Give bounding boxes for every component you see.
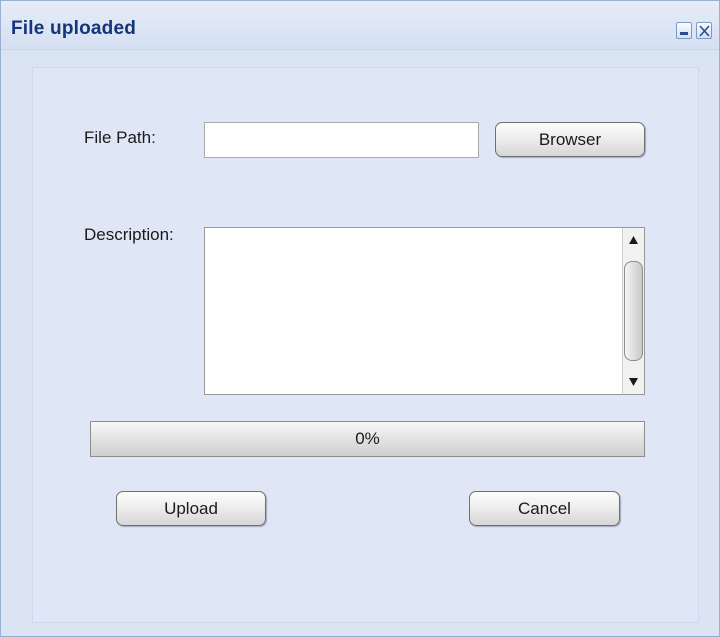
browse-button[interactable]: Browser xyxy=(495,122,645,157)
description-label: Description: xyxy=(84,225,174,244)
file-path-label: File Path: xyxy=(84,128,156,147)
minimize-button[interactable] xyxy=(676,22,692,39)
title-bar[interactable]: File uploaded xyxy=(1,1,719,50)
description-scrollbar[interactable] xyxy=(622,228,644,394)
upload-button[interactable]: Upload xyxy=(116,491,266,526)
cancel-button[interactable]: Cancel xyxy=(469,491,620,526)
description-box xyxy=(204,227,645,395)
upload-dialog: File uploaded File Path: Browser Descrip… xyxy=(0,0,720,637)
upload-progress-bar: 0% xyxy=(90,421,645,457)
arrow-down-icon xyxy=(629,378,638,386)
file-path-input[interactable] xyxy=(204,122,479,158)
scroll-thumb[interactable] xyxy=(624,261,643,361)
scroll-up-button[interactable] xyxy=(623,230,644,250)
scroll-down-button[interactable] xyxy=(623,372,644,392)
progress-text: 0% xyxy=(355,429,380,448)
minimize-icon xyxy=(680,32,688,35)
dialog-title: File uploaded xyxy=(11,18,137,39)
arrow-up-icon xyxy=(629,236,638,244)
close-icon xyxy=(699,25,710,37)
close-button[interactable] xyxy=(696,22,712,39)
description-textarea[interactable] xyxy=(205,228,621,394)
